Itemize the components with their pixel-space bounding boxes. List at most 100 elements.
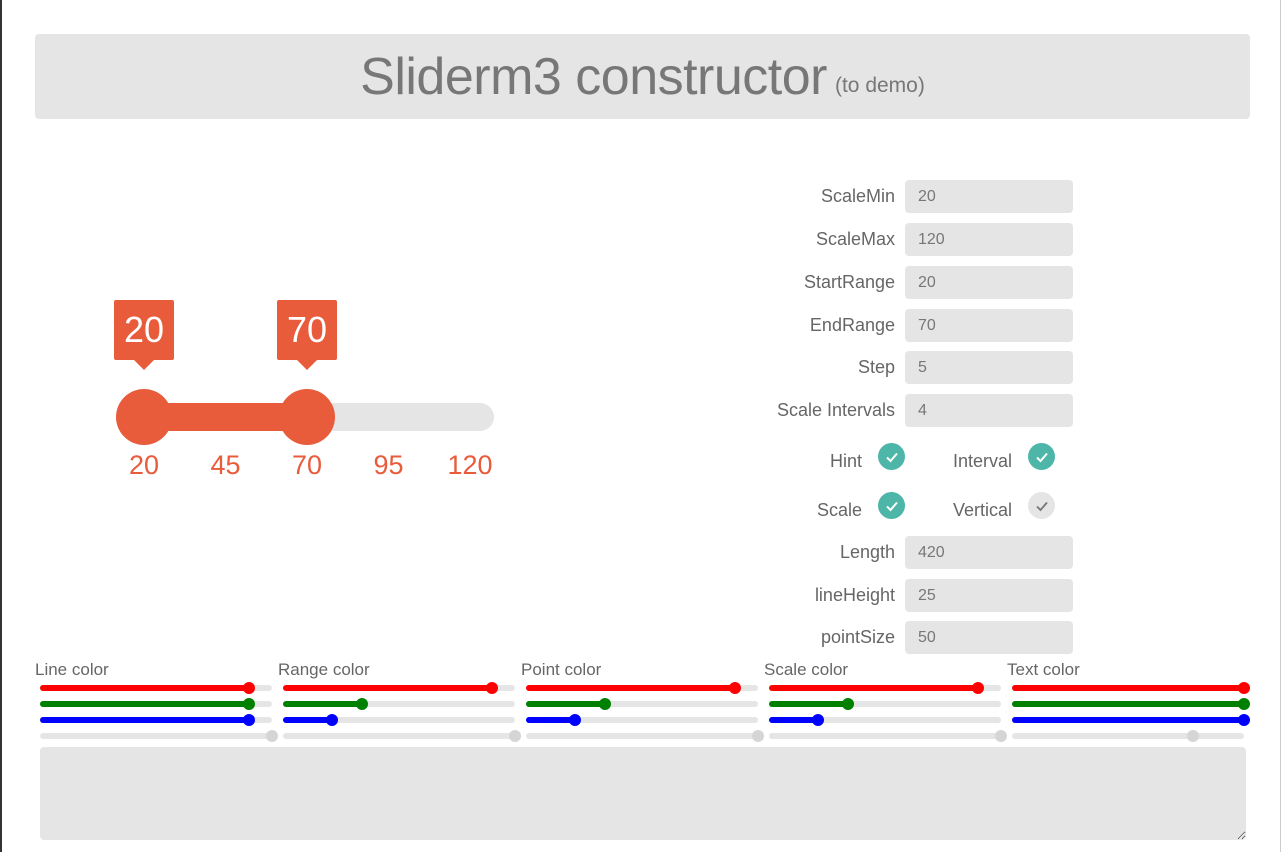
text-color-alpha-slider[interactable] (1012, 730, 1244, 742)
slider-knob[interactable] (971, 682, 984, 694)
length-label: Length (839, 542, 895, 562)
range-color-alpha-slider[interactable] (283, 730, 521, 742)
slider-knob[interactable] (242, 682, 255, 694)
step-label: Step (857, 357, 895, 377)
slider-knob[interactable] (1238, 698, 1250, 710)
demo-link[interactable]: (to demo) (835, 74, 925, 98)
step-input[interactable] (905, 351, 1073, 384)
vertical-toggle-row: Vertical (940, 492, 1180, 526)
start-hint: 20 (114, 300, 174, 370)
line-color-red-slider[interactable] (40, 682, 272, 694)
point-color-blue-slider[interactable] (526, 714, 758, 726)
point-color-red-slider[interactable] (526, 682, 758, 694)
line-height-input[interactable] (905, 579, 1073, 612)
point-color-green-slider[interactable] (526, 698, 758, 710)
length-input[interactable] (905, 536, 1073, 569)
scale-color-green-slider[interactable] (769, 698, 1001, 710)
slider-knob[interactable] (266, 730, 278, 742)
line-color-alpha-slider[interactable] (40, 730, 278, 742)
point-size-input[interactable] (905, 621, 1073, 654)
scale-intervals-label: Scale Intervals (776, 400, 895, 420)
slider-fill (40, 717, 249, 723)
slider-fill (769, 685, 978, 691)
point-color-panel: Point color (521, 658, 764, 743)
range-color-green-slider[interactable] (283, 698, 515, 710)
line-height-label: lineHeight (814, 585, 895, 605)
slider-track (283, 733, 515, 739)
interval-checkbox[interactable] (1028, 443, 1055, 470)
text-color-blue-slider[interactable] (1012, 714, 1250, 726)
scale-intervals-input[interactable] (905, 394, 1073, 427)
point-color-alpha-slider[interactable] (526, 730, 764, 742)
scale-max-label: ScaleMax (815, 229, 895, 249)
end-thumb[interactable] (279, 389, 335, 445)
scale-min-row: ScaleMin (700, 180, 1080, 214)
scale-color-alpha-slider[interactable] (769, 730, 1007, 742)
slider-knob[interactable] (242, 714, 255, 726)
slider-track (526, 733, 758, 739)
line-color-blue-slider[interactable] (40, 714, 272, 726)
range-color-blue-slider[interactable] (283, 714, 515, 726)
slider-knob[interactable] (752, 730, 764, 742)
slider-fill (1012, 701, 1244, 707)
slider-fill (526, 717, 575, 723)
slider-knob[interactable] (811, 714, 824, 726)
output-textarea[interactable] (40, 747, 1246, 840)
check-icon (885, 452, 898, 462)
range-color-label: Range color (278, 660, 370, 679)
scale-label[interactable]: 20 (129, 450, 159, 481)
vertical-checkbox[interactable] (1028, 492, 1055, 519)
slider-knob[interactable] (325, 714, 338, 726)
start-range-label: StartRange (803, 272, 895, 292)
slider-fill (526, 701, 605, 707)
page-header: Sliderm3 constructor (to demo) (35, 34, 1250, 119)
scale-label[interactable]: 120 (447, 450, 492, 481)
scale-color-label: Scale color (764, 660, 849, 679)
start-range-input[interactable] (905, 266, 1073, 299)
slider-fill (283, 717, 332, 723)
text-color-red-slider[interactable] (1012, 682, 1250, 694)
scale-label[interactable]: 45 (210, 450, 240, 481)
text-color-green-slider[interactable] (1012, 698, 1250, 710)
scale-intervals-row: Scale Intervals (700, 394, 1080, 428)
page-title: Sliderm3 constructor (360, 47, 827, 106)
end-range-label: EndRange (809, 315, 895, 335)
step-row: Step (700, 351, 1080, 385)
interval-toggle-row: Interval (940, 443, 1180, 477)
slider-knob[interactable] (728, 682, 741, 694)
slider-fill (526, 685, 735, 691)
check-icon (1035, 452, 1048, 462)
scale-label[interactable]: 70 (292, 450, 322, 481)
scale-min-label: ScaleMin (820, 186, 895, 206)
point-size-row: pointSize (700, 621, 1080, 655)
scale-max-input[interactable] (905, 223, 1073, 256)
end-range-input[interactable] (905, 309, 1073, 342)
slider-knob[interactable] (355, 698, 368, 710)
check-icon (885, 501, 898, 511)
slider-knob[interactable] (841, 698, 854, 710)
scale-color-blue-slider[interactable] (769, 714, 1001, 726)
slider-knob[interactable] (995, 730, 1007, 742)
scale-color-red-slider[interactable] (769, 682, 1001, 694)
slider-knob[interactable] (598, 698, 611, 710)
scale-min-input[interactable] (905, 180, 1073, 213)
scale-checkbox[interactable] (878, 492, 905, 519)
hint-checkbox[interactable] (878, 443, 905, 470)
range-color-red-slider[interactable] (283, 682, 515, 694)
end-hint: 70 (277, 300, 337, 370)
slider-knob[interactable] (242, 698, 255, 710)
window-edge (0, 0, 2, 852)
line-color-green-slider[interactable] (40, 698, 272, 710)
line-height-row: lineHeight (700, 579, 1080, 613)
slider-fill (283, 701, 362, 707)
end-range-row: EndRange (700, 309, 1080, 343)
start-thumb[interactable] (116, 389, 172, 445)
slider-knob[interactable] (485, 682, 498, 694)
slider-knob[interactable] (1238, 714, 1250, 726)
scale-label[interactable]: 95 (373, 450, 403, 481)
slider-knob[interactable] (1238, 682, 1250, 694)
slider-knob[interactable] (1186, 730, 1199, 742)
slider-track (40, 733, 272, 739)
slider-knob[interactable] (509, 730, 521, 742)
slider-knob[interactable] (568, 714, 581, 726)
